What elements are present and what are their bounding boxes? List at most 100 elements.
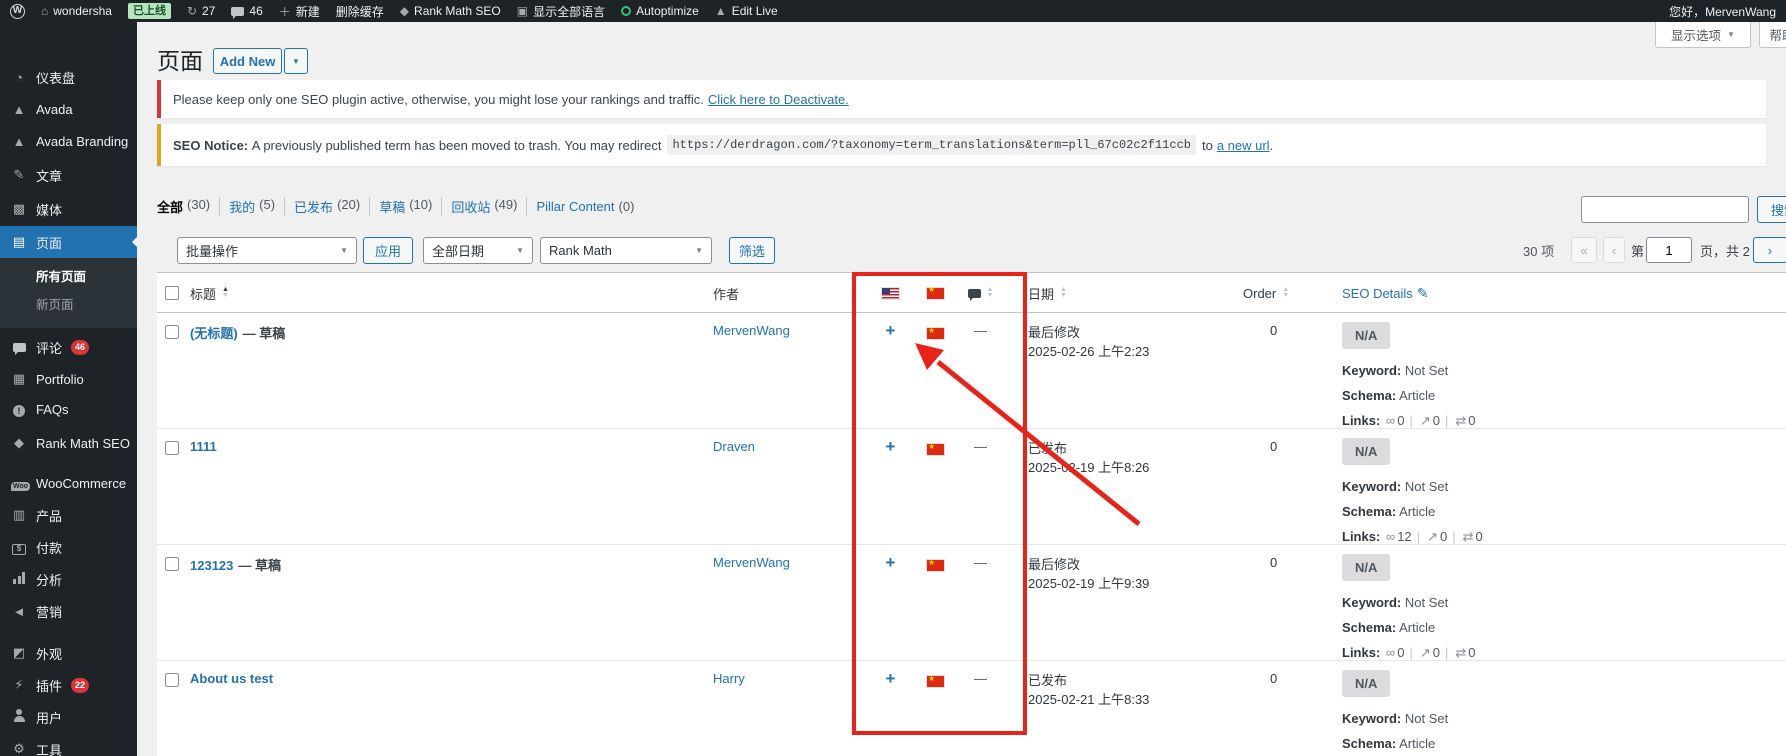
date-filter-select[interactable]: 全部日期 ▼ [423,237,533,264]
filter-published[interactable]: 已发布 (20) [285,197,371,216]
sidebar-subitem-new-page[interactable]: 新页面 [0,292,137,318]
current-page-input[interactable] [1646,237,1692,263]
filter-count: (10) [409,197,433,212]
sidebar-label: 产品 [36,508,63,524]
column-header-author: 作者 [713,273,739,313]
external-links-count: 0 [1432,413,1440,428]
keyword-label: Keyword: [1342,479,1402,494]
sidebar-subitem-all-pages[interactable]: 所有页面 [0,264,137,290]
sidebar-item-faqs[interactable]: ! FAQs [0,394,137,424]
seo-filter-select[interactable]: Rank Math ▼ [540,237,712,264]
autoptimize-link[interactable]: Autoptimize [621,4,699,18]
chevron-down-icon: ▼ [516,246,524,255]
add-translation-icon[interactable]: + [886,669,896,688]
column-header-seo-details[interactable]: SEO Details ✎ [1342,273,1429,313]
sidebar-item-posts[interactable]: ✎ 文章 [0,160,137,190]
sidebar-item-rank-math[interactable]: ◆ Rank Math SEO [0,428,137,458]
sidebar-item-products[interactable]: ▥ 产品 [0,500,137,530]
new-url-link[interactable]: a new url [1217,138,1270,153]
page-title-link[interactable]: 1111 [190,439,217,454]
select-all-checkbox[interactable] [165,286,179,300]
edit-live-link[interactable]: ▲ Edit Live [715,4,778,18]
updates-link[interactable]: ↻ 27 [187,4,215,18]
row-checkbox[interactable] [165,325,179,339]
sidebar-item-payments[interactable]: $ 付款 [0,532,137,562]
sidebar-item-plugins[interactable]: ⚡ 插件 22 [0,670,137,700]
author-link[interactable]: Draven [713,439,755,454]
add-translation-icon[interactable]: + [886,437,896,456]
author-link[interactable]: Harry [713,671,745,686]
row-checkbox[interactable] [165,557,179,571]
author-link[interactable]: MervenWang [713,555,790,570]
internal-link-icon: ∞ [1385,645,1396,660]
rank-math-adminbar-link[interactable]: ◆ Rank Math SEO [400,4,501,18]
clear-cache-link[interactable]: 删除缓存 [336,3,384,20]
sidebar-item-marketing[interactable]: ◄ 营销 [0,596,137,626]
filter-count: (5) [259,197,276,212]
sidebar-item-comments[interactable]: 评论 46 [0,332,137,362]
column-header-order[interactable]: Order ▲ ▼ [1243,273,1289,313]
bulk-actions-select[interactable]: 批量操作 ▼ [177,237,357,264]
sidebar-label: 用户 [36,710,63,726]
plugins-icon: ⚡ [14,677,24,692]
apply-button[interactable]: 应用 [363,237,413,264]
sidebar-item-portfolio[interactable]: ▦ Portfolio [0,364,137,394]
help-button[interactable]: 帮助 ▼ [1759,22,1786,48]
sidebar-item-media[interactable]: ▩ 媒体 [0,194,137,224]
table-row: About us test Harry + — 已发布 2025-02-21 上… [157,661,1786,756]
sidebar-item-avada-branding[interactable]: ▲ Avada Branding [0,126,137,156]
status-filters: 全部 (30) 我的 (5) 已发布 (20) 草稿 (10) 回收站 (49)… [157,197,643,216]
page-title-link[interactable]: 123123 [190,558,233,573]
filter-trash[interactable]: 回收站 (49) [442,197,528,216]
sidebar-item-analytics[interactable]: 分析 [0,564,137,594]
sidebar-item-users[interactable]: 用户 [0,702,137,732]
add-translation-icon[interactable]: + [886,321,896,340]
add-new-dropdown-button[interactable]: ▼ [284,48,308,74]
sidebar-label: Portfolio [36,371,84,387]
wordpress-menu[interactable]: W [10,3,25,19]
filter-drafts[interactable]: 草稿 (10) [370,197,443,216]
deactivate-link[interactable]: Click here to Deactivate. [708,92,849,107]
china-flag-icon[interactable] [927,326,944,340]
sidebar-item-avada[interactable]: ▲ Avada [0,94,137,124]
avada-icon: ▲ [12,133,26,149]
row-checkbox[interactable] [165,441,179,455]
sidebar-label: FAQs [36,401,69,417]
show-all-languages-link[interactable]: ▣ 显示全部语言 [517,3,605,20]
filter-pillar-content[interactable]: Pillar Content (0) [527,199,643,214]
column-header-date[interactable]: 日期 ▲ ▼ [1028,273,1067,313]
sidebar-item-tools[interactable]: ⚙ 工具 [0,734,137,756]
add-translation-icon[interactable]: + [886,553,896,572]
sidebar-item-woocommerce[interactable]: Woo WooCommerce [0,468,137,498]
column-header-title[interactable]: 标题 ▲ ▼ [190,273,229,313]
author-link[interactable]: MervenWang [713,323,790,338]
search-input[interactable] [1581,196,1749,223]
page-title-link[interactable]: (无标题) [190,326,238,341]
china-flag-icon[interactable] [927,442,944,456]
new-content-link[interactable]: ＋ 新建 [279,3,320,20]
date-status: 已发布 [1028,441,1068,456]
search-button[interactable]: 搜索页面 [1757,196,1786,223]
china-flag-icon[interactable] [927,558,944,572]
screen-options-button[interactable]: 显示选项 ▼ [1655,22,1751,48]
filter-all[interactable]: 全部 (30) [157,197,221,216]
comments-link[interactable]: 46 [231,4,263,19]
page-title-link[interactable]: About us test [190,671,273,686]
sidebar-item-appearance[interactable]: ◩ 外观 [0,638,137,668]
media-icon: ▩ [12,201,26,216]
row-checkbox[interactable] [165,673,179,687]
add-new-button[interactable]: Add New [213,48,282,74]
sidebar-item-dashboard[interactable]: ◔ 仪表盘 [0,62,137,92]
products-icon: ▥ [12,507,26,522]
site-status-badge[interactable]: 已上线 [127,3,171,19]
header-label: Order [1243,285,1277,301]
site-link[interactable]: ⌂ wondersha [41,4,112,18]
china-flag-icon[interactable] [927,674,944,688]
sidebar-item-pages[interactable]: ▤ 页面 [0,226,137,258]
schema-label: Schema: [1342,620,1397,635]
filter-button[interactable]: 筛选 [729,237,775,264]
user-greeting[interactable]: 您好，MervenWang [1669,3,1776,20]
column-header-comments[interactable]: ▲ ▼ [953,273,1008,313]
next-page-button[interactable]: › [1753,237,1786,263]
filter-mine[interactable]: 我的 (5) [220,197,286,216]
